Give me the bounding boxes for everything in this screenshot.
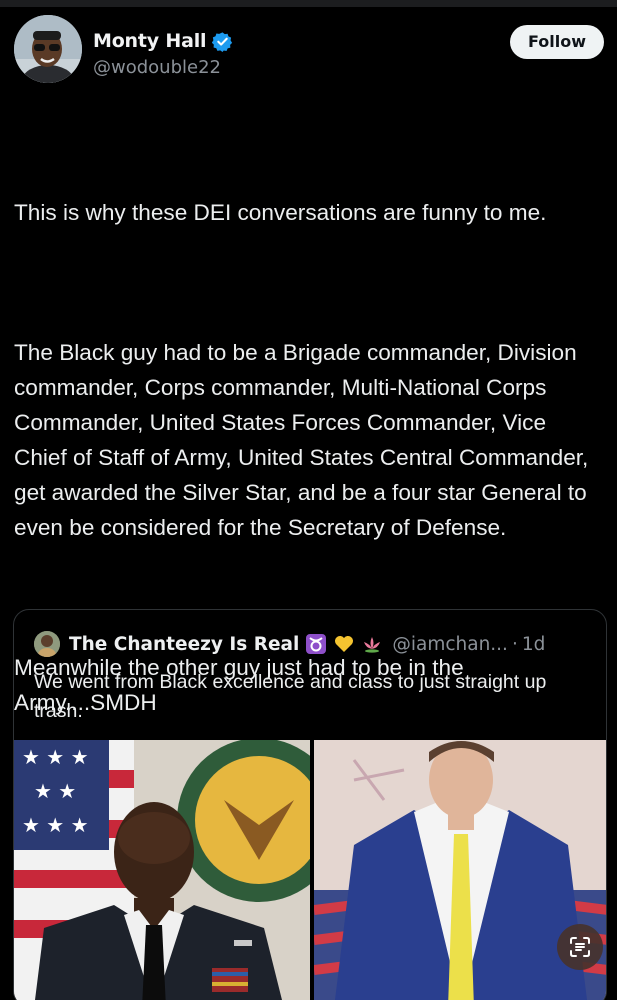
meta-separator: · — [511, 633, 518, 655]
follow-button[interactable]: Follow — [510, 25, 604, 59]
post-paragraph: This is why these DEI conversations are … — [14, 200, 547, 225]
photo-general-in-uniform-with-flag[interactable]: ★ ★ ★ ★ ★ ★ ★ ★ — [14, 740, 310, 1000]
post: Monty Hall @wodouble22 Follow This is wh… — [0, 7, 617, 1000]
svg-text:★ ★ ★: ★ ★ ★ — [22, 813, 89, 837]
author-handle[interactable]: @wodouble22 — [93, 57, 221, 78]
quoted-author-handle[interactable]: @iamchan... — [392, 634, 508, 655]
svg-text:★ ★: ★ ★ — [34, 779, 76, 803]
quoted-post-header: The Chanteezy Is Real @iamchan... · 1d — [34, 631, 545, 657]
verified-badge-icon — [212, 31, 233, 52]
lotus-icon — [361, 633, 383, 655]
svg-text:★ ★ ★: ★ ★ ★ — [22, 745, 89, 769]
author-avatar[interactable] — [14, 15, 82, 83]
quoted-author-avatar[interactable] — [34, 631, 60, 657]
taurus-icon — [305, 633, 327, 655]
post-header: Monty Hall @wodouble22 Follow — [14, 15, 604, 85]
author-display-name[interactable]: Monty Hall — [93, 30, 207, 52]
quoted-post-text: We went from Black excellence and class … — [34, 671, 547, 722]
window-top-edge — [0, 0, 617, 7]
author-name-row: Monty Hall — [93, 28, 233, 54]
quoted-post-time[interactable]: 1d — [522, 634, 546, 655]
yellow-heart-icon — [333, 633, 355, 655]
quoted-post-media: ★ ★ ★ ★ ★ ★ ★ ★ — [14, 740, 606, 1000]
post-paragraph: The Black guy had to be a Brigade comman… — [14, 340, 595, 540]
quoted-author-name[interactable]: The Chanteezy Is Real — [69, 634, 299, 655]
text-scan-icon[interactable] — [557, 924, 603, 970]
quoted-post-card[interactable]: The Chanteezy Is Real @iamchan... · 1d W… — [13, 609, 607, 1000]
